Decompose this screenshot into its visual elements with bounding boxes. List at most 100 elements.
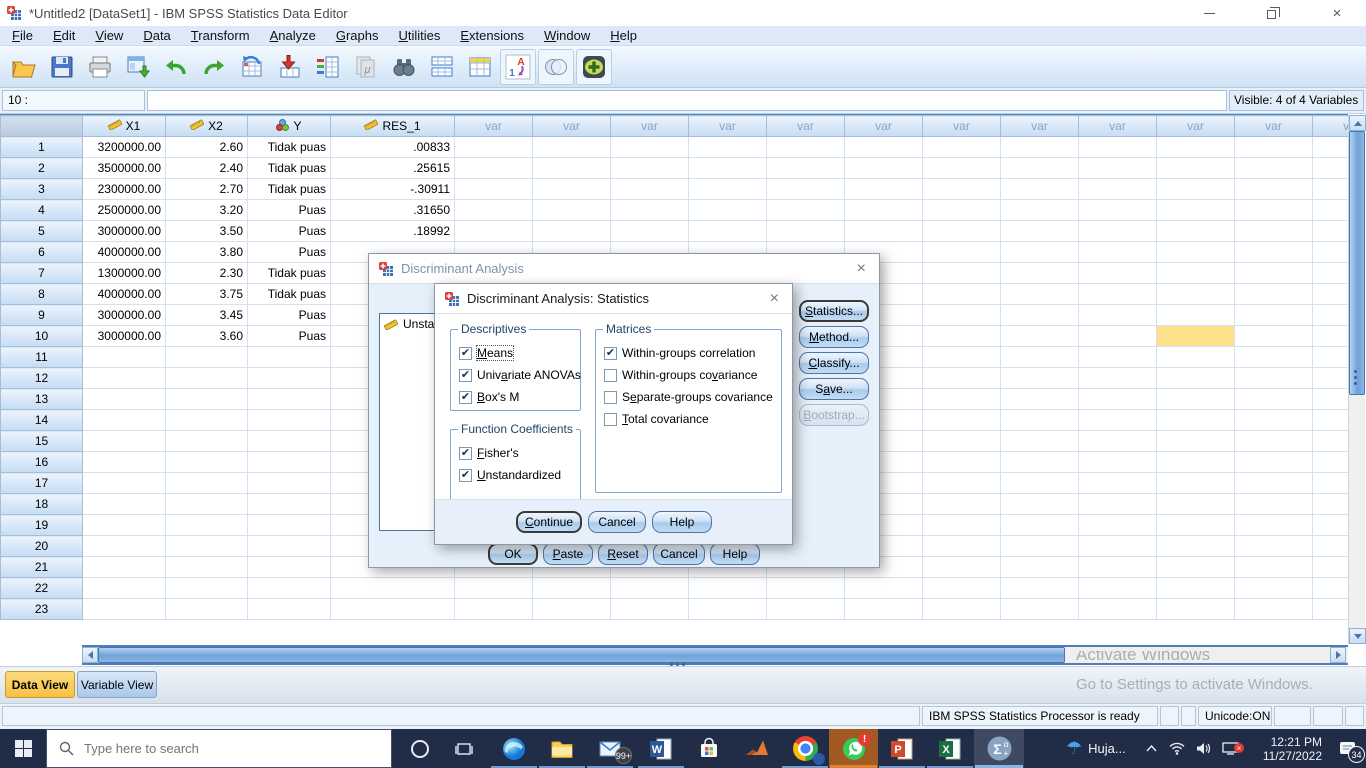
grid-cell[interactable] [689, 179, 767, 200]
grid-cell[interactable] [1157, 200, 1235, 221]
grid-cell[interactable] [1313, 452, 1349, 473]
row-header-15[interactable]: 15 [1, 431, 83, 452]
column-header-res-1[interactable]: RES_1 [331, 116, 455, 137]
grid-cell[interactable] [1157, 578, 1235, 599]
grid-cell[interactable] [1079, 284, 1157, 305]
grid-cell[interactable]: .00833 [331, 137, 455, 158]
grid-cell[interactable] [1001, 389, 1079, 410]
row-header-14[interactable]: 14 [1, 410, 83, 431]
grid-cell[interactable] [1313, 242, 1349, 263]
help-button[interactable]: Help [710, 543, 760, 565]
weather-tray-item[interactable]: ☂ Huja... [1066, 729, 1126, 768]
menu-item-view[interactable]: View [85, 26, 133, 45]
grid-cell[interactable] [1235, 263, 1313, 284]
grid-cell[interactable] [533, 179, 611, 200]
volume-tray-icon[interactable] [1190, 742, 1216, 755]
go-to-variable-button[interactable] [272, 49, 308, 85]
row-header-7[interactable]: 7 [1, 263, 83, 284]
grid-cell[interactable] [166, 389, 248, 410]
grid-cell[interactable] [1079, 557, 1157, 578]
grid-cell[interactable] [455, 158, 533, 179]
grid-cell[interactable] [166, 494, 248, 515]
grid-cell[interactable] [923, 389, 1001, 410]
checkbox-box[interactable] [604, 347, 617, 360]
grid-cell[interactable] [83, 578, 166, 599]
dialog-title-bar[interactable]: Discriminant Analysis: Statistics × [435, 284, 792, 314]
grid-cell[interactable] [1001, 473, 1079, 494]
menu-item-graphs[interactable]: Graphs [326, 26, 389, 45]
grid-cell[interactable] [1079, 473, 1157, 494]
task-view-button[interactable] [442, 729, 486, 768]
grid-cell[interactable]: .31650 [331, 200, 455, 221]
grid-cell[interactable] [1235, 368, 1313, 389]
grid-cell[interactable] [1079, 368, 1157, 389]
grid-cell[interactable] [923, 536, 1001, 557]
grid-cell[interactable] [455, 200, 533, 221]
grid-cell[interactable] [1157, 431, 1235, 452]
grid-cell[interactable] [1235, 536, 1313, 557]
column-header-var[interactable]: var [1313, 116, 1349, 137]
dialog-title-bar[interactable]: Discriminant Analysis × [369, 254, 879, 284]
grid-cell[interactable]: 2.60 [166, 137, 248, 158]
continue-button[interactable]: Continue [516, 511, 582, 533]
grid-cell[interactable] [923, 305, 1001, 326]
grid-cell[interactable] [166, 557, 248, 578]
grid-cell[interactable] [1235, 179, 1313, 200]
grid-cell[interactable] [611, 599, 689, 620]
checkbox-within-groups-covariance[interactable]: Within-groups covariance [604, 364, 775, 386]
grid-cell[interactable] [1157, 410, 1235, 431]
grid-cell[interactable] [1235, 284, 1313, 305]
column-header-var[interactable]: var [923, 116, 1001, 137]
print-button[interactable] [82, 49, 118, 85]
grid-cell[interactable]: .18992 [331, 221, 455, 242]
save-button[interactable]: Save... [799, 378, 869, 400]
grid-cell[interactable] [1157, 284, 1235, 305]
help-button[interactable]: Help [652, 511, 712, 533]
grid-cell[interactable] [1313, 389, 1349, 410]
grid-cell[interactable] [248, 494, 331, 515]
row-header-20[interactable]: 20 [1, 536, 83, 557]
menu-item-analyze[interactable]: Analyze [260, 26, 326, 45]
grid-cell[interactable] [1235, 599, 1313, 620]
restore-button[interactable] [1248, 0, 1294, 26]
grid-cell[interactable] [923, 494, 1001, 515]
grid-cell[interactable] [1079, 515, 1157, 536]
checkbox-means[interactable]: Means [459, 342, 574, 364]
grid-cell[interactable] [1001, 368, 1079, 389]
grid-cell[interactable] [248, 389, 331, 410]
grid-cell[interactable]: Tidak puas [248, 137, 331, 158]
column-header-var[interactable]: var [455, 116, 533, 137]
grid-cell[interactable] [689, 158, 767, 179]
column-header-var[interactable]: var [1001, 116, 1079, 137]
grid-cell[interactable] [1313, 557, 1349, 578]
grid-cell[interactable] [1079, 242, 1157, 263]
menu-item-window[interactable]: Window [534, 26, 600, 45]
grid-cell[interactable]: 3.75 [166, 284, 248, 305]
grid-cell[interactable] [1157, 599, 1235, 620]
grid-cell[interactable] [1001, 536, 1079, 557]
grid-cell[interactable]: Puas [248, 242, 331, 263]
checkbox-box[interactable] [604, 413, 617, 426]
dialog-close-icon[interactable]: × [853, 260, 870, 278]
grid-cell[interactable] [83, 557, 166, 578]
grid-cell[interactable] [1235, 305, 1313, 326]
grid-cell[interactable]: 3000000.00 [83, 221, 166, 242]
grid-cell[interactable] [533, 221, 611, 242]
grid-cell[interactable] [83, 368, 166, 389]
bootstrap-button[interactable]: Bootstrap... [799, 404, 869, 426]
row-header-9[interactable]: 9 [1, 305, 83, 326]
grid-cell[interactable] [923, 473, 1001, 494]
grid-cell[interactable] [845, 200, 923, 221]
grid-cell[interactable] [1313, 578, 1349, 599]
column-header-var[interactable]: var [533, 116, 611, 137]
checkbox-box[interactable] [459, 369, 472, 382]
grid-cell[interactable] [1157, 137, 1235, 158]
grid-cell[interactable] [1001, 494, 1079, 515]
grid-cell[interactable] [248, 557, 331, 578]
grid-cell[interactable] [611, 578, 689, 599]
show-all-variables-button[interactable] [576, 49, 612, 85]
grid-cell[interactable] [1235, 578, 1313, 599]
grid-cell[interactable] [1157, 158, 1235, 179]
use-variable-sets-button[interactable] [538, 49, 574, 85]
grid-cell[interactable] [1313, 368, 1349, 389]
